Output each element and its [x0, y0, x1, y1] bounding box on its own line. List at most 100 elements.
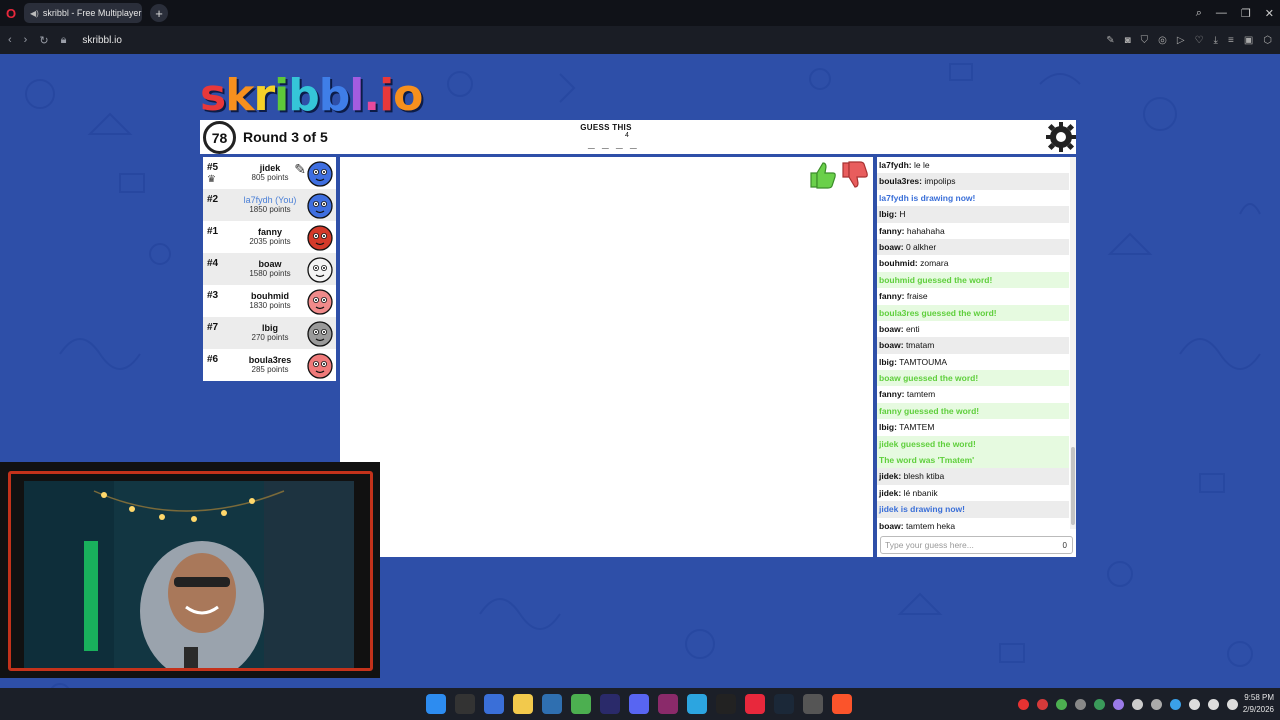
crown-icon: ♛: [207, 174, 216, 185]
vscode-icon[interactable]: [484, 694, 504, 714]
download-icon[interactable]: ⤓: [1214, 35, 1218, 46]
chat-text: tmatam: [905, 340, 935, 351]
chat-text: zomara: [920, 258, 949, 269]
chat-user: boula3res:: [879, 176, 922, 187]
profile-icon[interactable]: ▣: [1244, 35, 1253, 46]
player-rank: #4: [207, 258, 219, 269]
player-row[interactable]: #7 lbig 270 points: [203, 317, 336, 349]
edit-icon[interactable]: ✎: [1106, 35, 1114, 46]
tray-green-icon[interactable]: [1094, 698, 1105, 710]
chat-message: boaw: tamtem heka: [877, 518, 1069, 531]
tray-eye-icon[interactable]: [1151, 698, 1162, 710]
chat-user: lbig:: [879, 209, 897, 220]
guess-input[interactable]: Type your guess here... 0: [880, 536, 1073, 554]
telegram-icon[interactable]: [687, 694, 707, 714]
new-tab-button[interactable]: +: [150, 4, 168, 22]
shield-icon[interactable]: ⛉: [1141, 35, 1149, 46]
webcam-overlay: [0, 462, 380, 678]
chat-text: TAMTOUMA: [899, 356, 948, 367]
skribbl-logo: skribbl.io: [200, 70, 423, 121]
maximize-icon[interactable]: ❐: [1241, 7, 1251, 20]
tray-purple-icon[interactable]: [1113, 698, 1124, 710]
chat-user: fanny:: [879, 389, 905, 400]
vegas-icon[interactable]: [658, 694, 678, 714]
player-points: 270 points: [251, 333, 289, 342]
steam-icon[interactable]: [774, 694, 794, 714]
logo-letter: b: [318, 70, 350, 121]
player-name: lbig: [262, 323, 278, 333]
url-field[interactable]: skribbl.io: [82, 35, 121, 46]
player-row[interactable]: #3 bouhmid 1830 points: [203, 285, 336, 317]
thumbs-up-icon[interactable]: [807, 160, 837, 190]
heart-icon[interactable]: ♡: [1195, 35, 1204, 46]
tray-mic-icon[interactable]: [1189, 698, 1200, 710]
tray-record-icon[interactable]: [1018, 698, 1029, 710]
tray-shield-icon[interactable]: [1170, 698, 1181, 710]
opera-gx-icon[interactable]: [745, 694, 765, 714]
close-icon[interactable]: ✕: [1265, 7, 1274, 20]
tray-settings-icon[interactable]: [1132, 698, 1143, 710]
windows-start-icon[interactable]: [426, 694, 446, 714]
taskbar-clock[interactable]: 9:58 PM 2/9/2026: [1243, 692, 1274, 716]
menu-icon[interactable]: ≡: [1228, 35, 1234, 46]
player-points: 1580 points: [249, 269, 291, 278]
player-row[interactable]: #5 jidek 805 points ✎ ♛: [203, 157, 336, 189]
logo-letter: r: [253, 70, 275, 121]
tray-nvidia-icon[interactable]: [1056, 698, 1067, 710]
minimize-icon[interactable]: —: [1216, 7, 1227, 19]
file-explorer-icon[interactable]: [513, 694, 533, 714]
xbox-icon[interactable]: [571, 694, 591, 714]
play-icon[interactable]: ▷: [1177, 35, 1185, 46]
chat-messages[interactable]: la7fydh: le le boula3res: impolips la7fydh…: [877, 157, 1069, 531]
taskbar-date: 2/9/2026: [1242, 705, 1274, 714]
discord-icon[interactable]: [629, 694, 649, 714]
chat-user: fanny:: [879, 291, 905, 302]
steam-badge-icon[interactable]: [803, 694, 823, 714]
timer-clock: 78: [203, 121, 236, 154]
tray-wifi-icon[interactable]: [1208, 698, 1219, 710]
chat-guess-notice: The word was 'Tmatem': [877, 452, 1069, 469]
scrollbar-thumb[interactable]: [1071, 447, 1075, 525]
vpn-icon[interactable]: ◎: [1158, 35, 1167, 46]
player-avatar-icon: [307, 225, 333, 251]
browser-toolbar-icons: ✎ ◙ ⛉ ◎ ▷ ♡ ⤓ ≡ ▣ ⬡: [1106, 26, 1272, 54]
chat-text: tamtem heka: [905, 520, 956, 531]
player-row[interactable]: #4 boaw 1580 points: [203, 253, 336, 285]
search-tabs-icon[interactable]: ⌕: [1196, 7, 1202, 20]
epic-games-icon[interactable]: [455, 694, 475, 714]
reload-icon[interactable]: ↻: [39, 34, 48, 47]
player-row[interactable]: #2 la7fydh (You) 1850 points: [203, 189, 336, 221]
premiere-icon[interactable]: [600, 694, 620, 714]
lightroom-icon[interactable]: [542, 694, 562, 714]
obs-icon[interactable]: [716, 694, 736, 714]
extension-icon[interactable]: ⬡: [1263, 35, 1272, 46]
player-name: fanny: [257, 227, 282, 237]
chat-user: boaw:: [879, 340, 904, 351]
camera-icon[interactable]: ◙: [1125, 35, 1131, 46]
player-row[interactable]: #1 fanny 2035 points: [203, 221, 336, 253]
player-row[interactable]: #6 boula3res 285 points: [203, 349, 336, 381]
brave-icon[interactable]: [832, 694, 852, 714]
back-icon[interactable]: ‹: [8, 34, 12, 46]
game-header: 78 Round 3 of 5 GUESS THIS 4 _ _ _ _: [200, 120, 1076, 154]
tray-volume-icon[interactable]: [1227, 698, 1238, 710]
browser-tab[interactable]: ◀) skribbl - Free Multiplayer: [24, 3, 142, 23]
chat-scrollbar[interactable]: [1070, 157, 1076, 529]
lock-icon: 🔒︎: [60, 33, 67, 46]
tray-steam-icon[interactable]: [1075, 698, 1086, 710]
drawing-canvas[interactable]: [340, 157, 873, 557]
guess-label: GUESS THIS: [580, 123, 632, 132]
player-points: 2035 points: [249, 237, 291, 246]
chat-guess-notice: boaw guessed the word!: [877, 370, 1069, 387]
logo-letter: i: [379, 70, 394, 121]
tray-app-icon[interactable]: [1037, 698, 1048, 710]
settings-gear-icon[interactable]: [1046, 122, 1076, 152]
tab-audio-icon[interactable]: ◀): [30, 9, 39, 18]
chat-message: lbig: H: [877, 206, 1069, 223]
chat-text: TAMTEM: [899, 422, 935, 433]
opera-logo-icon[interactable]: O: [0, 0, 22, 26]
forward-icon[interactable]: ›: [24, 34, 28, 46]
thumbs-down-icon[interactable]: [839, 160, 869, 190]
chat-user: jidek:: [879, 471, 902, 482]
window-controls: ⌕ — ❐ ✕: [1196, 0, 1274, 26]
